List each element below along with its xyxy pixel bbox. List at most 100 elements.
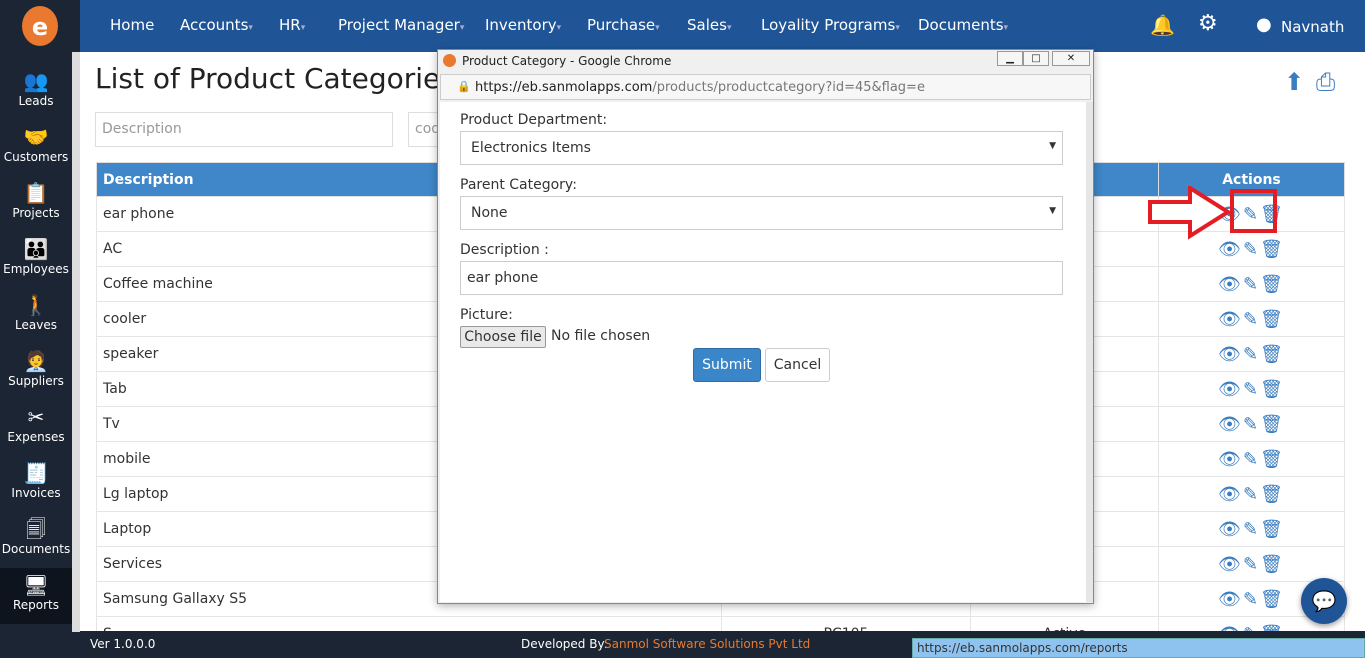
caret-down-icon: ▾: [726, 23, 732, 33]
edit-icon[interactable]: ✎: [1243, 344, 1260, 365]
print-icon[interactable]: ⎙: [1316, 68, 1335, 96]
caret-down-icon: ▾: [248, 23, 253, 33]
view-icon[interactable]: 👁: [1218, 589, 1243, 610]
edit-icon[interactable]: ✎: [1243, 589, 1260, 610]
view-icon[interactable]: 👁: [1218, 449, 1243, 470]
user-icon[interactable]: ●: [1256, 14, 1272, 35]
choose-file-button[interactable]: Choose file: [460, 326, 546, 348]
delete-icon[interactable]: 🗑: [1260, 414, 1285, 435]
cancel-button[interactable]: Cancel: [765, 348, 830, 382]
delete-icon[interactable]: 🗑: [1260, 239, 1285, 260]
sidebar-scrollbar[interactable]: [72, 52, 80, 632]
department-select[interactable]: Electronics Items ▼: [460, 131, 1063, 165]
sidebar-item-employees[interactable]: 👪 Employees: [0, 232, 72, 288]
view-icon[interactable]: 👁: [1218, 379, 1243, 400]
sidebar-item-invoices[interactable]: 🧾 Invoices: [0, 456, 72, 512]
sidebar-item-expenses[interactable]: ✂ Expenses: [0, 400, 72, 456]
user-name[interactable]: Navnath: [1281, 18, 1344, 36]
row-actions: 👁✎🗑: [1158, 546, 1345, 582]
sidebar-item-label: Documents: [1, 542, 71, 556]
view-icon[interactable]: 👁: [1218, 484, 1243, 505]
nav-purchase[interactable]: Purchase▾: [587, 16, 660, 34]
popup-url-bar[interactable]: 🔒 https://eb.sanmolapps.com/products/pro…: [440, 74, 1091, 100]
edit-icon[interactable]: ✎: [1243, 484, 1260, 505]
row-actions: 👁✎🗑: [1158, 476, 1345, 512]
edit-icon[interactable]: ✎: [1243, 239, 1260, 260]
nav-documents[interactable]: Documents▾: [918, 16, 1008, 34]
nav-accounts[interactable]: Accounts▾: [180, 16, 253, 34]
nav-label: Project Manager: [338, 16, 460, 34]
delete-icon[interactable]: 🗑: [1260, 344, 1285, 365]
view-icon[interactable]: 👁: [1218, 309, 1243, 330]
delete-icon[interactable]: 🗑: [1260, 449, 1285, 470]
top-nav: Home Accounts▾ HR▾ Project Manager▾ Inventor…: [80, 0, 1365, 52]
upload-icon[interactable]: ⬆: [1284, 68, 1304, 96]
edit-icon[interactable]: ✎: [1243, 414, 1260, 435]
description-filter-input[interactable]: Description: [95, 112, 393, 147]
chat-button[interactable]: 💬: [1301, 578, 1347, 624]
nav-sales[interactable]: Sales▾: [687, 16, 731, 34]
delete-icon[interactable]: 🗑: [1260, 519, 1285, 540]
row-actions: 👁✎🗑: [1158, 336, 1345, 372]
caret-down-icon: ▾: [1003, 23, 1009, 33]
lock-icon: 🔒: [457, 80, 471, 93]
delete-icon[interactable]: 🗑: [1260, 309, 1285, 330]
row-actions: 👁✎🗑: [1158, 406, 1345, 442]
maximize-button[interactable]: □: [1023, 51, 1049, 66]
caret-down-icon: ▾: [655, 23, 660, 33]
submit-button[interactable]: Submit: [693, 348, 761, 382]
view-icon[interactable]: 👁: [1218, 274, 1243, 295]
delete-icon[interactable]: 🗑: [1260, 554, 1285, 575]
sidebar-item-documents[interactable]: 🗐 Documents: [0, 512, 72, 568]
delete-icon[interactable]: 🗑: [1260, 379, 1285, 400]
nav-label: Inventory: [485, 16, 557, 34]
sidebar-item-projects[interactable]: 📋 Projects: [0, 176, 72, 232]
row-actions: 👁✎🗑: [1158, 511, 1345, 547]
nav-inventory[interactable]: Inventory▾: [485, 16, 561, 34]
nav-label: Purchase: [587, 16, 656, 34]
view-icon[interactable]: 👁: [1218, 554, 1243, 575]
nav-label: Home: [110, 16, 155, 34]
close-button[interactable]: ✕: [1052, 51, 1090, 66]
nav-home[interactable]: Home: [110, 16, 154, 34]
edit-icon[interactable]: ✎: [1243, 274, 1260, 295]
row-actions: 👁✎🗑: [1158, 266, 1345, 302]
edit-icon[interactable]: ✎: [1243, 449, 1260, 470]
status-url-bar: https://eb.sanmolapps.com/reports: [912, 638, 1365, 658]
sidebar-item-leads[interactable]: 👥 Leads: [0, 64, 72, 120]
bell-icon[interactable]: 🔔: [1150, 13, 1175, 37]
view-icon[interactable]: 👁: [1218, 519, 1243, 540]
view-icon[interactable]: 👁: [1218, 414, 1243, 435]
nav-label: Documents: [918, 16, 1004, 34]
app-logo[interactable]: e: [22, 6, 58, 46]
caret-down-icon: ▾: [459, 23, 465, 33]
view-icon[interactable]: 👁: [1218, 344, 1243, 365]
nav-label: HR: [279, 16, 301, 34]
invoices-icon: 🧾: [23, 461, 49, 485]
sidebar-item-suppliers[interactable]: 🧑‍💼 Suppliers: [0, 344, 72, 400]
company-link[interactable]: Sanmol Software Solutions Pvt Ltd: [604, 637, 810, 651]
no-file-text: No file chosen: [551, 328, 651, 344]
popup-scrollbar[interactable]: [1086, 102, 1093, 602]
minimize-button[interactable]: ▁: [997, 51, 1023, 66]
nav-hr[interactable]: HR▾: [279, 16, 305, 34]
projects-icon: 📋: [23, 181, 49, 205]
settings-icon[interactable]: ⚙: [1198, 11, 1218, 36]
sidebar-item-reports[interactable]: 🖥 Reports: [0, 568, 72, 624]
documents-icon: 🗐: [26, 517, 46, 541]
parent-category-select[interactable]: None ▼: [460, 196, 1063, 230]
nav-label: Loyality Programs: [761, 16, 896, 34]
sidebar-item-customers[interactable]: 🤝 Customers: [0, 120, 72, 176]
delete-icon[interactable]: 🗑: [1260, 274, 1285, 295]
sidebar-item-leaves[interactable]: 🚶 Leaves: [0, 288, 72, 344]
delete-icon[interactable]: 🗑: [1260, 484, 1285, 505]
edit-icon[interactable]: ✎: [1243, 519, 1260, 540]
edit-icon[interactable]: ✎: [1243, 379, 1260, 400]
nav-loyality-programs[interactable]: Loyality Programs▾: [761, 16, 900, 34]
delete-icon[interactable]: 🗑: [1260, 589, 1285, 610]
edit-icon[interactable]: ✎: [1243, 554, 1260, 575]
row-actions: 👁✎🗑: [1158, 441, 1345, 477]
edit-icon[interactable]: ✎: [1243, 309, 1260, 330]
nav-project-manager[interactable]: Project Manager▾: [338, 16, 464, 34]
description-input[interactable]: ear phone: [460, 261, 1063, 295]
